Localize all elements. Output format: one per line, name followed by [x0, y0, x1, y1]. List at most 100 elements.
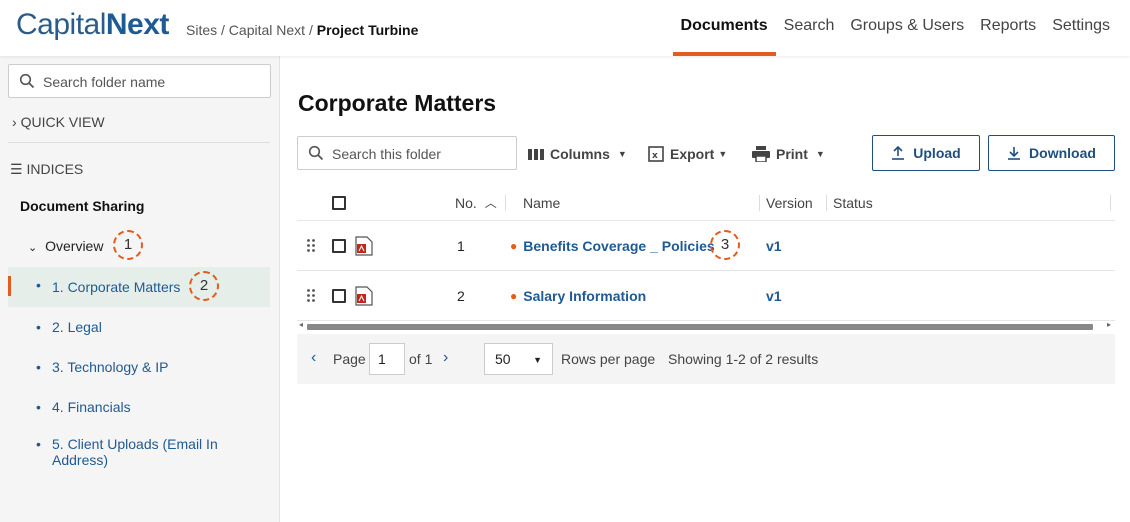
column-header-status[interactable]: Status: [833, 185, 873, 220]
rows-per-page-value: 50: [495, 351, 511, 367]
select-all-checkbox[interactable]: [332, 185, 346, 220]
scrollbar-thumb[interactable]: [307, 324, 1093, 330]
column-separator: [505, 195, 506, 211]
version-link[interactable]: v1: [766, 271, 782, 320]
quick-view-toggle[interactable]: › QUICK VIEW: [12, 114, 105, 130]
drag-handle-icon[interactable]: [307, 271, 315, 320]
tree-item-label: 3. Technology & IP: [52, 359, 169, 375]
page-number-input[interactable]: 1: [369, 343, 405, 375]
column-separator: [826, 195, 827, 211]
breadcrumb-sites[interactable]: Sites: [186, 22, 217, 38]
pdf-file-icon: [355, 221, 373, 270]
version-link[interactable]: v1: [766, 221, 782, 270]
search-icon: [308, 145, 324, 166]
search-icon: [19, 73, 35, 94]
tree-item-legal[interactable]: • 2. Legal: [8, 319, 270, 335]
row-number: 2: [457, 287, 465, 304]
download-icon: [1008, 147, 1021, 160]
next-page-icon[interactable]: ›: [443, 349, 448, 367]
columns-label: Columns: [550, 146, 610, 162]
tree-item-technology-ip[interactable]: • 3. Technology & IP: [8, 359, 270, 375]
rows-per-page-label: Rows per page: [561, 351, 656, 367]
nav-settings[interactable]: Settings: [1044, 0, 1118, 56]
breadcrumb-separator: /: [305, 22, 317, 38]
row-checkbox[interactable]: [332, 221, 346, 270]
indices-header[interactable]: ☰ INDICES: [10, 161, 83, 178]
page-label: Page: [333, 351, 366, 367]
column-separator: [759, 195, 760, 211]
table-row[interactable]: 2 ● Salary Information v1: [297, 271, 1115, 321]
quick-view-label: QUICK VIEW: [20, 114, 105, 130]
printer-icon: [752, 146, 770, 162]
scroll-right-icon[interactable]: ▸: [1107, 320, 1111, 329]
logo-text-bold: Next: [105, 8, 170, 41]
columns-dropdown[interactable]: Columns ▼: [528, 146, 627, 162]
columns-icon: [528, 148, 544, 160]
pdf-file-icon: [355, 271, 373, 320]
upload-icon: [892, 146, 905, 160]
page-count-label: of 1: [409, 351, 433, 367]
upload-label: Upload: [913, 145, 961, 161]
bullet: •: [36, 277, 41, 293]
pagination-bar: ‹ Page 1 of 1 › 50 ▼ Rows per page Showi…: [297, 334, 1115, 384]
divider: [8, 142, 270, 143]
page-title: Corporate Matters: [298, 90, 497, 116]
scroll-left-icon[interactable]: ◂: [299, 320, 303, 329]
export-label: Export: [670, 146, 715, 162]
column-header-no[interactable]: No. ︿: [455, 185, 497, 220]
column-header-version[interactable]: Version: [766, 185, 813, 220]
table-row[interactable]: 1 ● Benefits Coverage _ Policies v1: [297, 221, 1115, 271]
drag-handle-icon[interactable]: [307, 221, 315, 270]
documents-table: No. ︿ Name Version Status 1 ● Benefits C…: [297, 185, 1115, 332]
tree-item-label: 2. Legal: [52, 319, 102, 335]
callout-marker: 2: [189, 271, 219, 301]
row-number: 1: [457, 237, 465, 254]
sidebar: Search folder name › QUICK VIEW ☰ INDICE…: [0, 56, 280, 522]
chevron-right-icon: ›: [12, 114, 17, 130]
bullet: •: [36, 359, 41, 375]
print-label: Print: [776, 146, 808, 162]
nav-documents[interactable]: Documents: [672, 0, 776, 56]
export-icon: x: [648, 146, 664, 162]
overview-label: Overview: [45, 238, 104, 254]
tree-item-corporate-matters[interactable]: • 1. Corporate Matters: [8, 267, 270, 307]
tree-item-overview[interactable]: ⌄ Overview: [28, 238, 103, 254]
selected-indicator: [8, 276, 11, 296]
nav-reports[interactable]: Reports: [972, 0, 1044, 56]
indices-label: INDICES: [26, 161, 84, 177]
bullet: •: [36, 436, 41, 452]
rows-per-page-select[interactable]: 50 ▼: [484, 343, 553, 375]
download-label: Download: [1029, 145, 1096, 161]
logo[interactable]: CapitalNext: [16, 8, 169, 42]
column-header-no-label: No.: [455, 194, 477, 211]
document-name: Salary Information: [523, 287, 647, 304]
nav-search[interactable]: Search: [776, 0, 843, 56]
search-placeholder: Search this folder: [332, 146, 441, 162]
folder-search-input[interactable]: Search folder name: [8, 64, 271, 98]
unread-dot: ●: [510, 288, 518, 303]
tree-item-label: 1. Corporate Matters: [52, 279, 181, 295]
folder-content-search-input[interactable]: Search this folder: [297, 136, 517, 170]
column-separator: [1110, 195, 1111, 211]
app-header: CapitalNext Sites / Capital Next / Proje…: [0, 0, 1130, 56]
download-button[interactable]: Download: [988, 135, 1115, 171]
export-dropdown[interactable]: x Export ▼: [648, 146, 727, 162]
tree-item-financials[interactable]: • 4. Financials: [8, 399, 270, 415]
column-header-name[interactable]: Name: [523, 185, 560, 220]
upload-button[interactable]: Upload: [872, 135, 980, 171]
horizontal-scrollbar[interactable]: ◂ ▸: [297, 320, 1115, 332]
list-icon: ☰: [10, 161, 23, 177]
document-name-link[interactable]: ● Benefits Coverage _ Policies: [510, 221, 715, 270]
nav-groups-users[interactable]: Groups & Users: [842, 0, 972, 56]
document-name-link[interactable]: ● Salary Information: [510, 271, 646, 320]
bullet: •: [36, 399, 41, 415]
caret-down-icon: ▼: [533, 355, 542, 365]
row-checkbox[interactable]: [332, 271, 346, 320]
tree-item-label: 4. Financials: [52, 399, 131, 415]
callout-marker: 1: [113, 230, 143, 260]
sort-ascending-icon: ︿: [484, 196, 497, 210]
breadcrumb-site[interactable]: Capital Next: [229, 22, 305, 38]
prev-page-icon[interactable]: ‹: [311, 349, 316, 367]
tree-item-client-uploads[interactable]: • 5. Client Uploads (Email In Address): [8, 436, 238, 468]
print-dropdown[interactable]: Print ▼: [752, 146, 825, 162]
